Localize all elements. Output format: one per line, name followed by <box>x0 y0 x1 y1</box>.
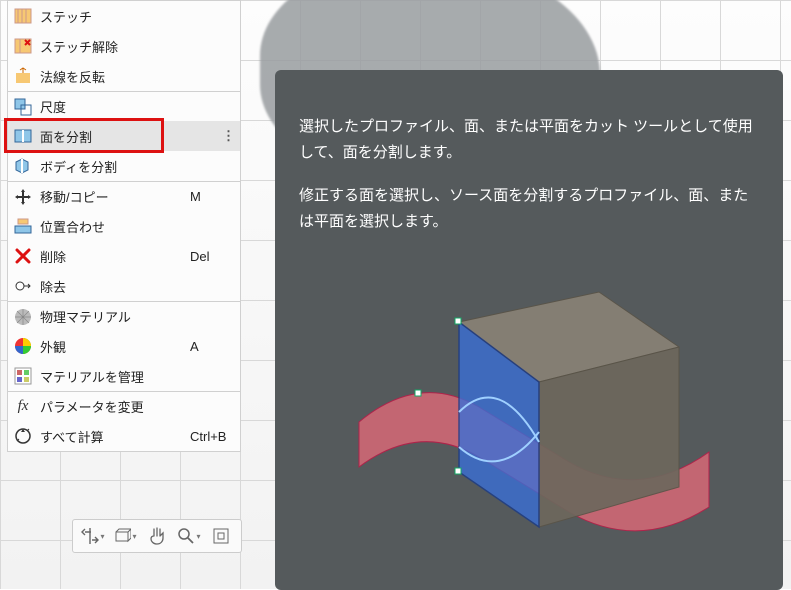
menu-item-shortcut: Del <box>190 249 234 264</box>
more-dots-icon[interactable]: ⋮ <box>222 128 234 144</box>
tooltip-text-2: 修正する面を選択し、ソース面を分割するプロファイル、面、または平面を選択します。 <box>299 183 759 234</box>
split-body-icon <box>14 157 32 175</box>
scale-icon <box>14 98 32 116</box>
appearance-icon <box>14 337 32 355</box>
menu-item-6[interactable]: 移動/コピー M <box>8 181 240 211</box>
tooltip-text-1: 選択したプロファイル、面、または平面をカット ツールとして使用して、面を分割しま… <box>299 114 759 165</box>
remove-icon <box>14 277 32 295</box>
menu-item-1[interactable]: ステッチ解除 <box>8 31 240 61</box>
stitch-icon <box>14 7 32 25</box>
menu-item-label: ステッチ <box>40 7 182 26</box>
menu-item-label: 面を分割 <box>40 127 162 146</box>
zoom-button[interactable] <box>175 523 203 549</box>
menu-item-11[interactable]: 外観 A <box>8 331 240 361</box>
manage-material-icon <box>14 367 32 385</box>
menu-item-4[interactable]: 面を分割 ⋮ <box>8 121 240 151</box>
menu-item-shortcut: A <box>190 339 234 354</box>
menu-item-label: マテリアルを管理 <box>40 367 182 386</box>
menu-item-label: 尺度 <box>40 97 182 116</box>
menu-item-13[interactable]: fx パラメータを変更 <box>8 391 240 421</box>
menu-item-label: ステッチ解除 <box>40 37 182 56</box>
menu-item-8[interactable]: 削除 Del <box>8 241 240 271</box>
pan-button[interactable] <box>143 523 171 549</box>
phys-material-icon <box>14 308 32 326</box>
menu-item-7[interactable]: 位置合わせ <box>8 211 240 241</box>
menu-item-label: 削除 <box>40 247 182 266</box>
menu-item-label: ボディを分割 <box>40 157 182 176</box>
menu-item-label: 除去 <box>40 277 182 296</box>
menu-item-0[interactable]: ステッチ <box>8 1 240 31</box>
unstitch-icon <box>14 37 32 55</box>
menu-item-shortcut: Ctrl+B <box>190 429 234 444</box>
menu-item-9[interactable]: 除去 <box>8 271 240 301</box>
modify-menu: ステッチステッチ解除法線を反転尺度面を分割 ⋮ ボディを分割移動/コピー M 位置合わせ… <box>7 0 241 452</box>
menu-item-label: パラメータを変更 <box>40 397 182 416</box>
navigation-toolbar <box>72 519 242 553</box>
menu-item-3[interactable]: 尺度 <box>8 91 240 121</box>
menu-item-shortcut: M <box>190 189 234 204</box>
orbit-button[interactable] <box>79 523 107 549</box>
tooltip-illustration <box>339 252 719 542</box>
split-face-icon <box>14 127 32 145</box>
move-icon <box>14 188 32 206</box>
menu-item-2[interactable]: 法線を反転 <box>8 61 240 91</box>
menu-item-label: 移動/コピー <box>40 187 182 206</box>
compute-all-icon <box>14 427 32 445</box>
menu-item-label: すべて計算 <box>40 427 182 446</box>
menu-item-label: 位置合わせ <box>40 217 182 236</box>
flip-normal-icon <box>14 67 32 85</box>
menu-item-5[interactable]: ボディを分割 <box>8 151 240 181</box>
menu-item-14[interactable]: すべて計算 Ctrl+B <box>8 421 240 451</box>
delete-icon <box>14 247 32 265</box>
menu-item-10[interactable]: 物理マテリアル <box>8 301 240 331</box>
look-at-button[interactable] <box>111 523 139 549</box>
fit-button[interactable] <box>207 523 235 549</box>
tooltip-panel: 選択したプロファイル、面、または平面をカット ツールとして使用して、面を分割しま… <box>275 70 783 590</box>
menu-item-12[interactable]: マテリアルを管理 <box>8 361 240 391</box>
menu-item-label: 外観 <box>40 337 182 356</box>
menu-item-label: 法線を反転 <box>40 67 182 86</box>
fx-icon: fx <box>14 398 32 416</box>
align-icon <box>14 217 32 235</box>
menu-item-label: 物理マテリアル <box>40 307 182 326</box>
